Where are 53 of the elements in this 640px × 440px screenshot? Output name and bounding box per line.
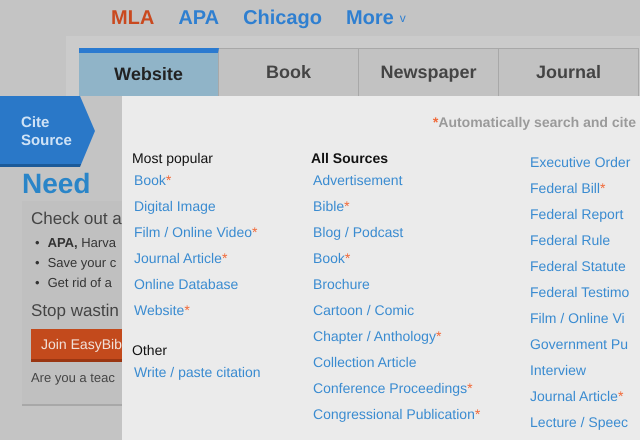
source-type-link[interactable]: Film / Online Vi	[528, 310, 638, 336]
source-tab[interactable]: Newspaper	[359, 48, 499, 96]
bullet-marker: •	[35, 274, 40, 292]
page-heading: Need	[21, 169, 92, 199]
promo-text: Are you a teac	[31, 370, 116, 385]
source-type-link[interactable]: Federal Report	[528, 206, 638, 232]
source-type-link[interactable]: Lecture / Speec	[528, 414, 638, 440]
citation-style-link[interactable]: APA	[178, 6, 220, 30]
source-type-link[interactable]: Blog / Podcast	[311, 224, 528, 250]
source-type-link[interactable]: Film / Online Video*	[132, 224, 311, 250]
source-tab[interactable]: Book	[219, 48, 359, 96]
source-type-link[interactable]: Federal Rule	[528, 232, 638, 258]
source-type-link[interactable]: Bible*	[311, 198, 528, 224]
source-type-link[interactable]: Chapter / Anthology*	[311, 328, 528, 354]
source-type-link[interactable]: Federal Statute	[528, 258, 638, 284]
source-type-link[interactable]: Federal Testimo	[528, 284, 638, 310]
group-heading: Other	[132, 342, 168, 360]
source-type-link[interactable]: Online Database	[132, 276, 311, 302]
source-type-link[interactable]: Brochure	[311, 276, 528, 302]
source-type-link[interactable]: Interview	[528, 362, 638, 388]
source-type-link[interactable]: Journal Article*	[132, 250, 311, 276]
cite-source-ribbon: Cite Source	[0, 96, 95, 167]
column-heading: Most popular	[132, 150, 214, 168]
join-button[interactable]: Join EasyBib	[31, 329, 122, 362]
bullet-marker: •	[35, 254, 40, 272]
source-type-link[interactable]: Book*	[311, 250, 528, 276]
citation-style-link[interactable]: Chicago	[243, 6, 322, 30]
source-tab[interactable]: Website	[79, 48, 219, 96]
feature-text: Get rid of a	[48, 274, 112, 292]
source-type-link[interactable]: Cartoon / Comic	[311, 302, 528, 328]
citation-style-link[interactable]: More v	[346, 6, 406, 30]
source-type-link[interactable]: Collection Article	[311, 354, 528, 380]
promo-text: Stop wastin	[31, 301, 120, 321]
feature-text: APA, Harva	[48, 234, 116, 252]
source-type-link[interactable]: Website*	[132, 302, 311, 328]
source-type-link[interactable]: Journal Article*	[528, 388, 638, 414]
source-type-link[interactable]: Executive Order	[528, 154, 638, 180]
column-heading: All Sources	[311, 150, 390, 168]
source-type-link[interactable]: Book*	[132, 172, 311, 198]
auto-cite-note: *Automatically search and cite	[432, 114, 637, 130]
source-tab[interactable]: Journal	[499, 48, 639, 96]
source-type-link[interactable]: Federal Bill*	[528, 180, 638, 206]
promo-text: Check out a	[31, 209, 122, 229]
source-type-link[interactable]: Digital Image	[132, 198, 311, 224]
bullet-marker: •	[35, 234, 40, 252]
source-type-link[interactable]: Government Pu	[528, 336, 638, 362]
citation-style-link[interactable]: MLA	[111, 6, 154, 30]
caret-icon: v	[400, 11, 406, 25]
source-type-link[interactable]: Advertisement	[311, 172, 528, 198]
source-type-link[interactable]: Conference Proceedings*	[311, 380, 528, 406]
feature-text: Save your c	[48, 254, 116, 272]
source-type-link[interactable]: Congressional Publication*	[311, 406, 528, 432]
source-type-link[interactable]: Write / paste citation	[132, 364, 311, 390]
